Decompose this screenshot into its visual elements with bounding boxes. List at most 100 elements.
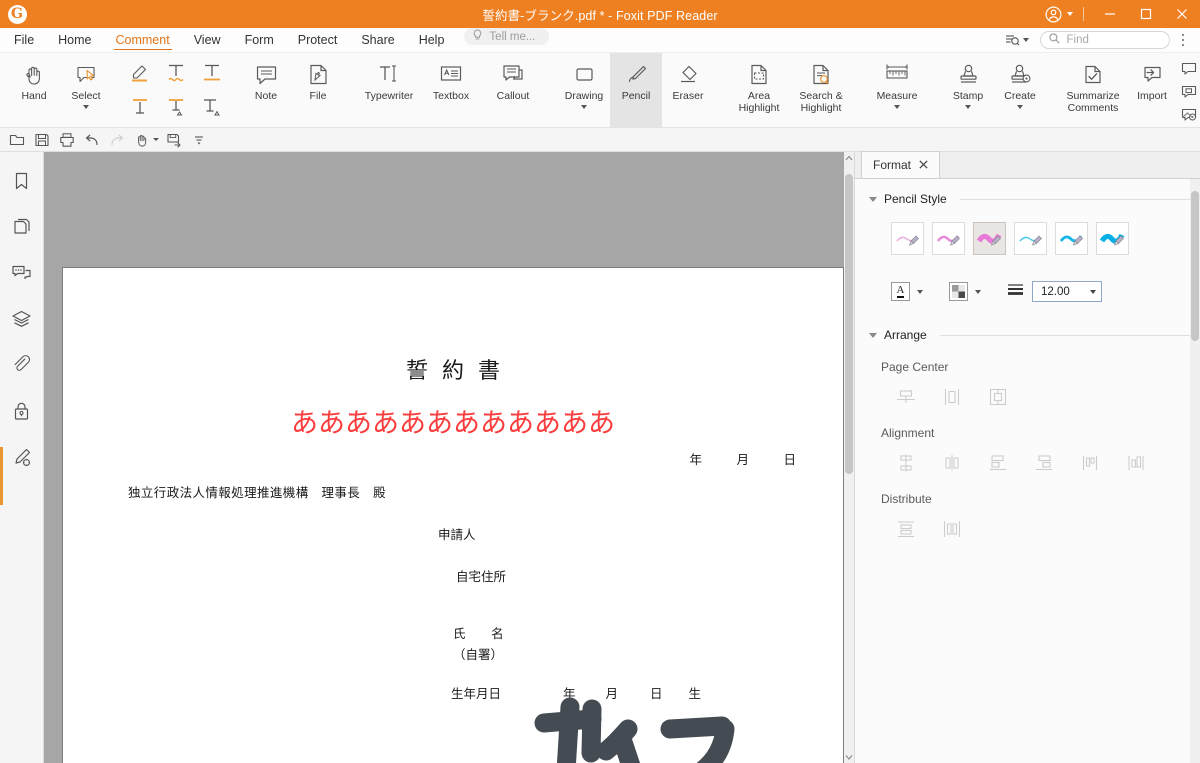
expand-collapse-icon[interactable]: [869, 196, 877, 202]
lightbulb-icon: [472, 28, 483, 45]
search-options-button[interactable]: [1002, 33, 1032, 47]
stroke-color-picker[interactable]: A: [891, 282, 923, 301]
scrollbar-thumb[interactable]: [845, 174, 853, 474]
more-menu-button[interactable]: [1172, 33, 1193, 47]
menu-home[interactable]: Home: [46, 28, 103, 52]
markup-insert-text[interactable]: [196, 91, 228, 121]
close-button[interactable]: [1164, 0, 1200, 28]
menu-protect[interactable]: Protect: [286, 28, 350, 52]
doc-annotation-text[interactable]: ああああああああああああ: [63, 401, 843, 440]
tool-hand[interactable]: Hand: [8, 53, 60, 127]
tell-me-search[interactable]: Tell me...: [464, 28, 550, 45]
pencil-style-swatch-3[interactable]: [973, 222, 1006, 255]
qa-customize[interactable]: [187, 130, 211, 150]
tool-area-highlight[interactable]: Area Highlight: [728, 53, 790, 127]
chevron-down-icon[interactable]: [581, 104, 587, 109]
account-button[interactable]: [1037, 5, 1075, 23]
pdf-page[interactable]: 誓約書 ああああああああああああ 年 月 日 独立行政法人情報処理推進機構 理事…: [62, 267, 844, 763]
markup-highlight[interactable]: [124, 57, 156, 87]
tool-import-comments[interactable]: Import: [1126, 53, 1178, 127]
tool-summarize-comments[interactable]: Summarize Comments: [1060, 53, 1126, 127]
chevron-down-icon[interactable]: [1017, 104, 1023, 109]
tab-format[interactable]: Format: [861, 151, 941, 178]
tool-file-attach[interactable]: File: [292, 53, 344, 127]
markup-replace-text[interactable]: [160, 91, 192, 121]
find-input[interactable]: Find: [1039, 31, 1170, 49]
markup-strikeout[interactable]: [124, 91, 156, 121]
chevron-down-icon[interactable]: [1090, 289, 1096, 294]
tool-drawing[interactable]: Drawing: [558, 53, 610, 127]
tool-select[interactable]: Select: [60, 53, 112, 127]
fill-opacity-picker[interactable]: [949, 282, 981, 301]
menu-share[interactable]: Share: [349, 28, 406, 52]
close-icon[interactable]: [919, 159, 928, 171]
tool-typewriter[interactable]: Typewriter: [358, 53, 420, 127]
qa-undo[interactable]: [80, 130, 104, 150]
sidebar-item-layers[interactable]: [7, 304, 37, 334]
pencil-style-swatch-6[interactable]: [1096, 222, 1129, 255]
tool-note[interactable]: Note: [240, 53, 292, 127]
area-highlight-icon: [747, 59, 772, 89]
line-width-input[interactable]: 12.00: [1032, 281, 1102, 302]
chevron-down-icon[interactable]: [83, 104, 89, 109]
scrollbar-thumb[interactable]: [1191, 191, 1199, 341]
arrange-header[interactable]: Arrange: [865, 328, 1190, 342]
tool-search-highlight[interactable]: Search & Highlight: [790, 53, 852, 127]
sidebar-item-security[interactable]: [7, 396, 37, 426]
tool-file-label: File: [309, 90, 327, 102]
qa-hand-tool[interactable]: [130, 130, 154, 150]
chevron-down-icon[interactable]: [153, 138, 159, 141]
pencil-style-swatch-2[interactable]: [932, 222, 965, 255]
app-logo: G: [0, 4, 34, 24]
pencil-signature-annotation[interactable]: [530, 693, 780, 763]
pencil-style-swatch-4[interactable]: [1014, 222, 1047, 255]
menu-file[interactable]: File: [0, 28, 46, 52]
export-comments-button[interactable]: [1178, 58, 1200, 80]
sidebar-item-attachments[interactable]: [7, 350, 37, 380]
menu-help[interactable]: Help: [407, 28, 457, 52]
tool-eraser[interactable]: Eraser: [662, 53, 714, 127]
summarize-comments-icon: [1081, 59, 1106, 89]
align-center-vertical-icon: [929, 448, 975, 478]
collapse-ribbon-button[interactable]: [1181, 111, 1194, 123]
doc-dob-born: 生: [688, 686, 702, 701]
maximize-button[interactable]: [1128, 0, 1164, 28]
pencil-style-swatch-1[interactable]: [891, 222, 924, 255]
menu-form[interactable]: Form: [233, 28, 286, 52]
stamp-icon: [956, 59, 981, 89]
arrange-heading: Arrange: [884, 328, 927, 342]
pencil-style-header[interactable]: Pencil Style: [865, 192, 1190, 206]
document-view[interactable]: 誓約書 ああああああああああああ 年 月 日 独立行政法人情報処理推進機構 理事…: [44, 152, 854, 763]
tool-measure[interactable]: Measure: [866, 53, 928, 127]
tool-stamp[interactable]: Stamp: [942, 53, 994, 127]
sidebar-item-page-thumbnails[interactable]: [7, 212, 37, 242]
minimize-button[interactable]: [1092, 0, 1128, 28]
expand-collapse-icon[interactable]: [869, 332, 877, 338]
comment-settings-button[interactable]: [1178, 81, 1200, 103]
chevron-down-icon[interactable]: [965, 104, 971, 109]
note-icon: [254, 59, 279, 89]
qa-print[interactable]: [55, 130, 79, 150]
menu-comment[interactable]: Comment: [104, 28, 182, 52]
tool-create-stamp[interactable]: Create: [994, 53, 1046, 127]
qa-save-as[interactable]: [162, 130, 186, 150]
scroll-down-arrow[interactable]: [844, 751, 854, 763]
chevron-down-icon[interactable]: [894, 104, 900, 109]
scroll-up-arrow[interactable]: [844, 152, 854, 164]
tool-callout[interactable]: Callout: [482, 53, 544, 127]
ribbon-group-tools: Hand Select: [4, 53, 116, 127]
pencil-style-swatch-5[interactable]: [1055, 222, 1088, 255]
qa-open-file[interactable]: [5, 130, 29, 150]
markup-underline[interactable]: [196, 57, 228, 87]
tool-textbox[interactable]: Textbox: [420, 53, 482, 127]
markup-squiggly[interactable]: [160, 57, 192, 87]
sidebar-item-digital-signatures[interactable]: [7, 442, 37, 472]
sidebar-item-comments[interactable]: [7, 258, 37, 288]
tool-pencil[interactable]: Pencil: [610, 53, 662, 127]
qa-save[interactable]: [30, 130, 54, 150]
format-panel-scrollbar[interactable]: [1190, 179, 1200, 763]
document-vertical-scrollbar[interactable]: [844, 152, 854, 763]
sidebar-item-bookmarks[interactable]: [7, 166, 37, 196]
menu-view[interactable]: View: [182, 28, 233, 52]
doc-organization: 独立行政法人情報処理推進機構 理事長 殿: [128, 485, 387, 500]
